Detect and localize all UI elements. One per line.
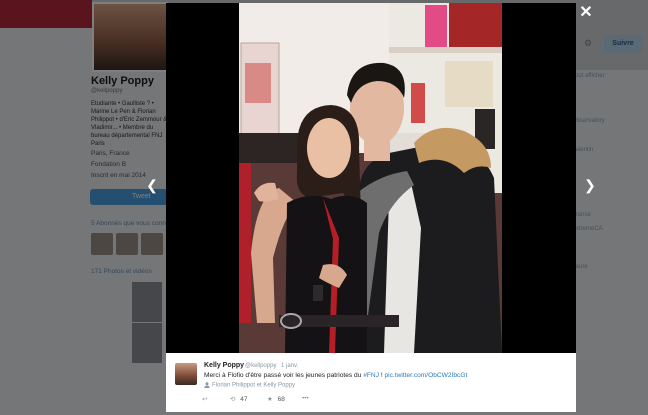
star-icon: ★ bbox=[267, 396, 273, 403]
tweet-text: Merci à Flofio d'être passé voir les jeu… bbox=[204, 372, 467, 379]
chevron-left-icon[interactable]: ❮ bbox=[144, 177, 160, 194]
photo-illustration bbox=[239, 3, 502, 353]
retweet-button[interactable]: ⟲ 47 bbox=[230, 395, 248, 403]
author-avatar[interactable] bbox=[175, 363, 197, 385]
author-handle[interactable]: @kellpoppy bbox=[245, 363, 276, 369]
author-name[interactable]: Kelly Poppy bbox=[204, 362, 244, 369]
favorite-count: 68 bbox=[277, 396, 285, 403]
media-viewer: ❮ ❯ bbox=[146, 3, 596, 353]
tagged-people-label: Florian Philippot et Kelly Poppy bbox=[212, 382, 296, 389]
retweet-icon: ⟲ bbox=[230, 396, 236, 403]
tweet-card: Kelly Poppy @kellpoppy · 1 janv. Merci à… bbox=[166, 353, 576, 412]
tagged-people[interactable]: Florian Philippot et Kelly Poppy bbox=[204, 382, 295, 389]
retweet-count: 47 bbox=[240, 396, 248, 403]
favorite-button[interactable]: ★ 68 bbox=[267, 395, 285, 403]
person-icon bbox=[204, 382, 210, 388]
tweet-text-body: Merci à Flofio d'être passé voir les jeu… bbox=[204, 372, 364, 379]
media-link[interactable]: pic.twitter.com/ObCW2IbcGt bbox=[385, 372, 468, 379]
more-button[interactable]: ••• bbox=[302, 395, 309, 402]
reply-icon: ↩ bbox=[202, 396, 208, 403]
hashtag-link[interactable]: #FNJ bbox=[363, 372, 379, 379]
chevron-right-icon[interactable]: ❯ bbox=[582, 177, 598, 194]
tweet-timestamp[interactable]: 1 janv. bbox=[281, 363, 298, 369]
more-icon: ••• bbox=[302, 395, 309, 402]
separator-dot: · bbox=[273, 363, 275, 369]
reply-button[interactable]: ↩ bbox=[202, 395, 207, 403]
close-icon[interactable]: ✕ bbox=[578, 4, 594, 22]
tweet-photo[interactable] bbox=[239, 3, 502, 353]
